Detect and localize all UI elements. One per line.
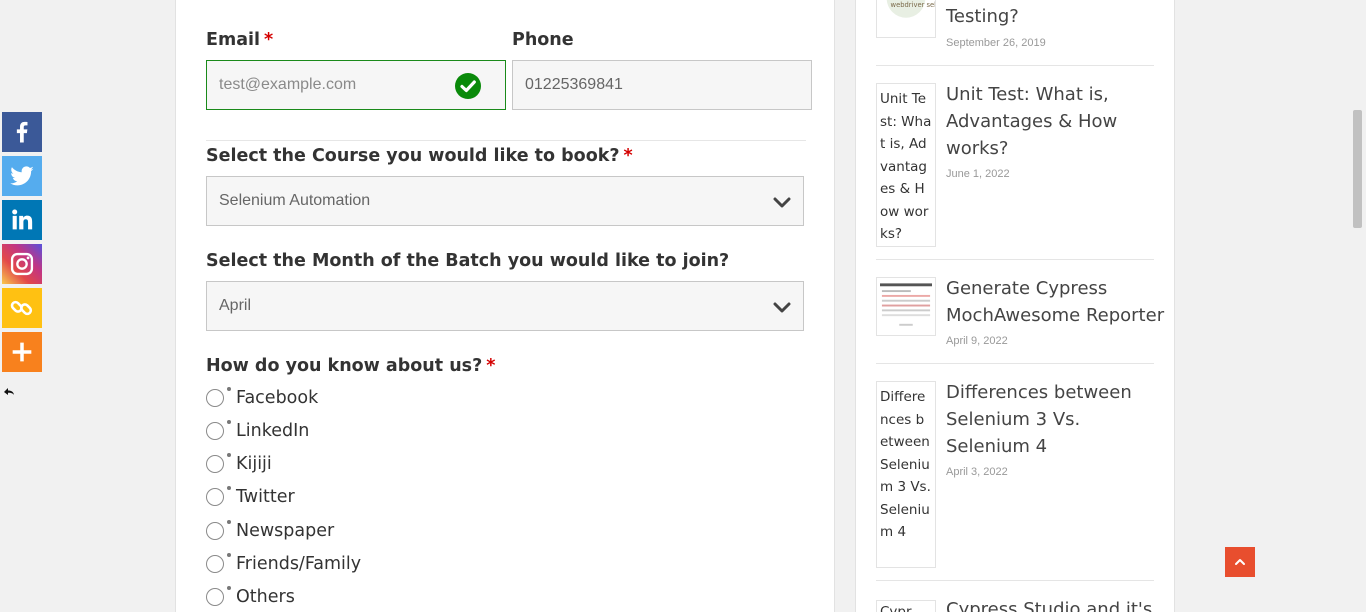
post-title[interactable]: Generate Cypress MochAwesome Reporter bbox=[946, 275, 1166, 329]
course-label: Select the Course you would like to book… bbox=[206, 146, 633, 166]
valid-check-icon bbox=[455, 73, 481, 99]
twitter-icon bbox=[10, 166, 34, 186]
phone-label: Phone bbox=[512, 30, 574, 50]
post-thumbnail[interactable]: Unit Test: What is, Advantages & How wor… bbox=[876, 83, 936, 247]
radio-label: Newspaper bbox=[236, 521, 335, 541]
social-share-bar bbox=[2, 112, 42, 376]
copy-link-share-button[interactable] bbox=[2, 288, 42, 328]
post-title[interactable]: Differences between Selenium 3 Vs. Selen… bbox=[946, 379, 1161, 460]
post-thumbnail[interactable]: Cypr bbox=[876, 600, 936, 612]
radio-dot bbox=[227, 453, 231, 457]
radio-label: Kijiji bbox=[236, 454, 272, 474]
radio-option-others[interactable]: Others bbox=[206, 584, 295, 610]
linkedin-share-button[interactable] bbox=[2, 200, 42, 240]
radio-option-friends-family[interactable]: Friends/Family bbox=[206, 551, 361, 577]
post-title[interactable]: Cypress Studio and it's bbox=[946, 596, 1166, 612]
facebook-share-button[interactable] bbox=[2, 112, 42, 152]
hide-share-bar-icon[interactable] bbox=[3, 385, 15, 397]
post-thumbnail[interactable] bbox=[876, 277, 936, 336]
radio-button[interactable] bbox=[206, 422, 224, 440]
radio-dot bbox=[227, 387, 231, 391]
post-date: April 3, 2022 bbox=[946, 466, 1008, 478]
post-title[interactable]: Testing? bbox=[946, 3, 1161, 30]
radio-button[interactable] bbox=[206, 588, 224, 606]
required-asterisk: * bbox=[486, 356, 496, 376]
back-to-top-button[interactable] bbox=[1225, 547, 1255, 577]
radio-label: Facebook bbox=[236, 388, 319, 408]
booking-form: Email * test@example.com Phone 0122536984… bbox=[175, 0, 835, 612]
radio-label: Friends/Family bbox=[236, 554, 362, 574]
required-asterisk: * bbox=[623, 146, 633, 166]
month-label: Select the Month of the Batch you would … bbox=[206, 251, 730, 271]
radio-label: LinkedIn bbox=[236, 421, 310, 441]
post-separator bbox=[876, 363, 1154, 364]
instagram-share-button[interactable] bbox=[2, 244, 42, 284]
radio-option-newspaper[interactable]: Newspaper bbox=[206, 518, 334, 544]
radio-button[interactable] bbox=[206, 488, 224, 506]
sidebar-recent-posts: webdriver selenium Testing? September 26… bbox=[855, 0, 1175, 612]
post-thumbnail[interactable]: webdriver selenium bbox=[876, 0, 936, 38]
post-date: June 1, 2022 bbox=[946, 168, 1010, 180]
course-select[interactable]: Selenium Automation bbox=[206, 176, 804, 226]
plus-icon bbox=[12, 342, 32, 362]
post-thumbnail[interactable]: Differences between Selenium 3 Vs. Selen… bbox=[876, 381, 936, 568]
post-separator bbox=[876, 65, 1154, 66]
radio-option-linkedin[interactable]: LinkedIn bbox=[206, 418, 309, 444]
radio-option-twitter[interactable]: Twitter bbox=[206, 484, 295, 510]
instagram-icon bbox=[10, 252, 34, 276]
radio-dot bbox=[227, 520, 231, 524]
linkedin-icon bbox=[12, 209, 33, 230]
month-selected-value: April bbox=[219, 297, 252, 314]
required-asterisk: * bbox=[264, 30, 274, 50]
chevron-up-icon bbox=[1235, 559, 1245, 565]
radio-option-facebook[interactable]: Facebook bbox=[206, 385, 318, 411]
radio-dot bbox=[227, 586, 231, 590]
course-selected-value: Selenium Automation bbox=[219, 192, 371, 209]
phone-value: 01225369841 bbox=[525, 76, 623, 93]
post-date: April 9, 2022 bbox=[946, 335, 1008, 347]
divider bbox=[206, 140, 806, 141]
radio-button[interactable] bbox=[206, 522, 224, 540]
radio-dot bbox=[227, 420, 231, 424]
radio-label: Others bbox=[236, 587, 295, 607]
radio-label: Twitter bbox=[236, 487, 295, 507]
post-title[interactable]: Unit Test: What is, Advantages & How wor… bbox=[946, 81, 1161, 162]
email-label: Email * bbox=[206, 30, 274, 50]
link-icon bbox=[10, 300, 33, 316]
chevron-down-icon bbox=[773, 302, 791, 313]
email-placeholder: test@example.com bbox=[219, 76, 357, 93]
twitter-share-button[interactable] bbox=[2, 156, 42, 196]
report-screenshot-image bbox=[880, 283, 932, 326]
phone-field[interactable]: 01225369841 bbox=[512, 60, 812, 110]
word-cloud-image: webdriver selenium bbox=[886, 0, 935, 18]
email-field[interactable]: test@example.com bbox=[206, 60, 506, 110]
radio-button[interactable] bbox=[206, 455, 224, 473]
post-date: September 26, 2019 bbox=[946, 37, 1046, 49]
radio-dot bbox=[227, 486, 231, 490]
radio-button[interactable] bbox=[206, 389, 224, 407]
svg-text:webdriver selenium: webdriver selenium bbox=[891, 1, 935, 9]
more-share-button[interactable] bbox=[2, 332, 42, 372]
post-separator bbox=[876, 259, 1154, 260]
radio-option-kijiji[interactable]: Kijiji bbox=[206, 451, 272, 477]
source-label: How do you know about us? * bbox=[206, 356, 496, 376]
radio-button[interactable] bbox=[206, 555, 224, 573]
radio-dot bbox=[227, 553, 231, 557]
chevron-down-icon bbox=[773, 197, 791, 208]
scrollbar-thumb[interactable] bbox=[1353, 110, 1362, 228]
post-separator bbox=[876, 580, 1154, 581]
facebook-icon bbox=[16, 121, 28, 143]
month-select[interactable]: April bbox=[206, 281, 804, 331]
page-scrollbar[interactable] bbox=[1349, 0, 1366, 612]
